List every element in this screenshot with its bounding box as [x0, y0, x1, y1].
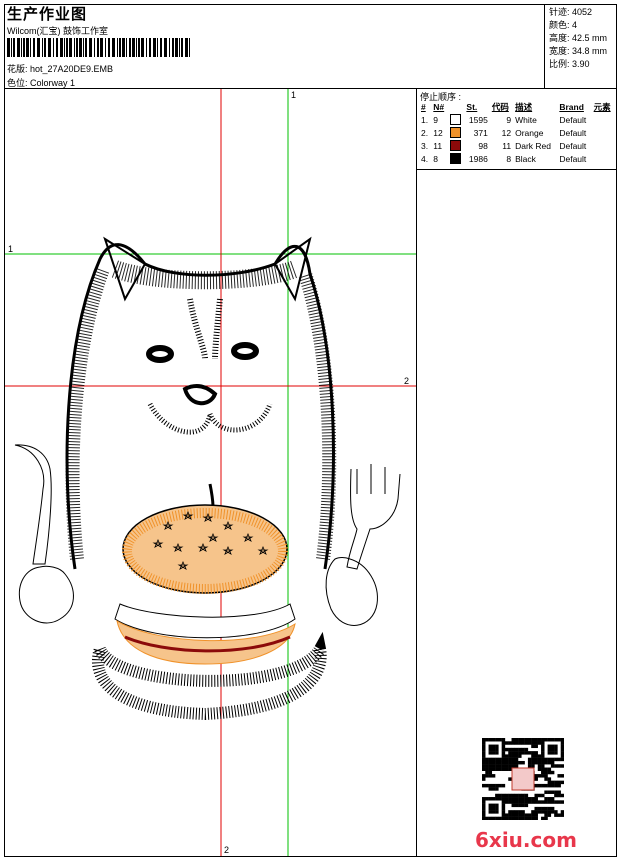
row-stitches: 371 — [473, 127, 488, 138]
guide-label-red-h: 2 — [404, 376, 409, 386]
embroidery-canvas: 1 1 2 2 — [5, 89, 416, 856]
row-description: Dark Red — [515, 140, 552, 151]
col-stitches: St. — [466, 102, 478, 112]
row-brand: Default — [559, 153, 587, 164]
stat-width: 宽度: 34.8 mm — [549, 46, 608, 56]
row-swatch — [448, 126, 465, 139]
knife — [14, 444, 74, 624]
row-index: 3. — [421, 140, 429, 151]
table-row: 3. 11 98 11 Dark Red Default — [419, 139, 615, 152]
page-title: 生产作业图 — [7, 6, 88, 23]
row-code: 8 — [506, 153, 512, 164]
row-stitches: 1986 — [468, 153, 488, 164]
row-swatch — [448, 139, 465, 152]
stat-colors: 颜色: 4 — [549, 20, 578, 30]
row-element — [592, 139, 615, 152]
table-row: 2. 12 371 12 Orange Default — [419, 126, 615, 139]
row-code: 11 — [502, 140, 512, 151]
col-needle: N# — [433, 102, 445, 112]
col-index: # — [421, 102, 426, 112]
row-description: Black — [515, 153, 536, 164]
row-element — [592, 152, 615, 165]
row-needle: 8 — [433, 153, 439, 164]
watermark-logo: 6xiu.com — [475, 828, 577, 852]
row-swatch — [448, 152, 465, 165]
row-index: 4. — [421, 153, 429, 164]
color-sequence-table: # N# St. 代码 描述 Brand 元素 1. 9 1595 9 White Def… — [419, 101, 615, 165]
stat-scale: 比例: 3.90 — [549, 59, 590, 69]
color-swatch — [449, 140, 461, 152]
guide-label-green-h: 1 — [8, 244, 13, 254]
row-code: 9 — [506, 114, 512, 125]
row-needle: 12 — [433, 127, 443, 138]
table-header-row: # N# St. 代码 描述 Brand 元素 — [419, 101, 615, 113]
col-description: 描述 — [515, 102, 533, 112]
row-description: Orange — [515, 127, 544, 138]
row-brand: Default — [559, 140, 587, 151]
barcode — [7, 38, 190, 57]
row-needle: 11 — [433, 140, 443, 151]
row-code: 12 — [501, 127, 512, 138]
row-description: White — [515, 114, 537, 125]
stat-height: 高度: 42.5 mm — [549, 33, 608, 43]
col-element: 元素 — [593, 102, 611, 112]
guide-label-red-v: 2 — [224, 845, 229, 855]
row-swatch — [448, 113, 465, 126]
guide-label-green-v: 1 — [291, 90, 296, 100]
row-stitches: 1595 — [468, 114, 488, 125]
color-swatch — [449, 153, 461, 165]
row-needle: 9 — [433, 114, 439, 125]
col-code: 代码 — [491, 102, 509, 112]
col-brand: Brand — [559, 102, 584, 112]
stats-panel: 针迹: 4052 颜色: 4 高度: 42.5 mm 宽度: 34.8 mm 比… — [544, 4, 617, 88]
row-brand: Default — [559, 114, 587, 125]
color-swatch — [449, 127, 461, 139]
row-element — [592, 126, 615, 139]
stat-stitches: 针迹: 4052 — [549, 7, 593, 17]
table-divider — [417, 169, 616, 170]
table-row: 1. 9 1595 9 White Default — [419, 113, 615, 126]
burger — [91, 504, 327, 721]
col-swatch — [448, 101, 465, 113]
row-index: 2. — [421, 127, 429, 138]
row-index: 1. — [421, 114, 429, 125]
row-brand: Default — [559, 127, 587, 138]
row-element — [592, 113, 615, 126]
row-stitches: 98 — [478, 140, 488, 151]
qr-code — [482, 738, 564, 820]
color-swatch — [449, 114, 461, 126]
design-name: 花版: hot_27A20DE9.EMB — [7, 64, 114, 74]
fork — [325, 464, 401, 626]
company-name: Wilcom(汇宝) 鼓饰工作室 — [7, 26, 108, 36]
table-row: 4. 8 1986 8 Black Default — [419, 152, 615, 165]
